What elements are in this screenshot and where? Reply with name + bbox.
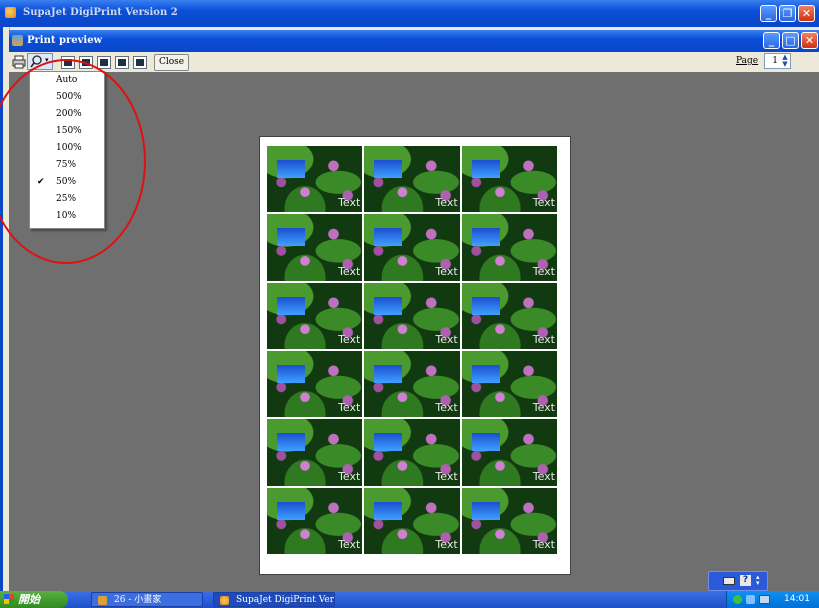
options-chevron-icon[interactable]: ▴ ▾: [756, 574, 760, 587]
tray-network-icon[interactable]: [733, 595, 742, 604]
label-text: Text: [532, 333, 555, 346]
label-cell: Text: [267, 214, 363, 281]
label-text: Text: [532, 469, 555, 483]
label-text: Text: [338, 264, 361, 278]
taskbar-item-paint[interactable]: 26 - 小畫家: [91, 592, 203, 607]
label-text: Text: [435, 333, 458, 346]
minimize-button[interactable]: _: [760, 5, 777, 22]
label-photo-water: [471, 433, 500, 452]
paint-icon: [98, 596, 107, 605]
label-text: Text: [435, 264, 458, 278]
help-icon[interactable]: ?: [740, 575, 751, 586]
label-cell: Text: [364, 146, 460, 213]
label-photo-water: [277, 228, 305, 247]
label-text: Text: [338, 469, 361, 483]
label-text: Text: [435, 469, 458, 483]
label-sheet: Text Text Text Text Text Text Text Text Text Text…: [267, 146, 557, 554]
preview-toolbar: ▾ Close Page 1 ▲ ▼: [9, 52, 819, 73]
windows-logo-icon: [4, 594, 14, 604]
label-cell: Text: [461, 146, 557, 213]
page-label: Page: [736, 56, 759, 66]
label-photo-water: [471, 160, 500, 178]
label-cell: Text: [364, 214, 460, 281]
inner-minimize-button[interactable]: _: [763, 32, 780, 49]
label-text: Text: [338, 196, 361, 210]
label-photo-water: [374, 160, 403, 178]
page-spinner[interactable]: ▲ ▼: [780, 54, 790, 68]
label-photo-water: [277, 365, 305, 383]
inner-close-button[interactable]: ✕: [801, 32, 818, 49]
label-cell: Text: [461, 419, 557, 486]
label-cell: Text: [267, 146, 363, 213]
label-photo-water: [277, 160, 305, 178]
taskbar-item-label: 26 - 小畫家: [114, 595, 162, 605]
label-text: Text: [435, 196, 458, 210]
taskbar: 開始 26 - 小畫家 SupaJet DigiPrint Versi... 1…: [0, 591, 819, 608]
supajet-icon: [220, 596, 229, 605]
four-pages-icon[interactable]: [115, 56, 129, 69]
inner-window-title: Print preview: [27, 35, 103, 46]
start-label: 開始: [18, 593, 40, 606]
label-cell: Text: [364, 419, 460, 486]
inner-title-bar: Print preview _ □ ✕: [9, 30, 819, 52]
label-text: Text: [532, 538, 555, 551]
tray-shield-icon[interactable]: [746, 595, 755, 604]
keyboard-icon[interactable]: [723, 577, 735, 585]
label-photo-water: [471, 228, 500, 247]
language-bar[interactable]: ? ▴ ▾: [708, 571, 768, 591]
start-button[interactable]: 開始: [0, 591, 68, 608]
system-tray: 14:01: [726, 591, 819, 608]
label-photo-water: [471, 296, 500, 315]
label-text: Text: [338, 333, 361, 346]
label-cell: Text: [461, 487, 557, 554]
label-photo-water: [374, 296, 403, 315]
label-text: Text: [338, 538, 361, 551]
label-text: Text: [532, 401, 555, 415]
label-text: Text: [338, 401, 361, 415]
print-icon[interactable]: [12, 55, 26, 69]
label-photo-water: [277, 501, 305, 520]
taskbar-item-supajet[interactable]: SupaJet DigiPrint Versi...: [213, 592, 335, 607]
label-cell: Text: [267, 351, 363, 418]
label-photo-water: [471, 501, 500, 520]
label-cell: Text: [364, 282, 460, 349]
label-text: Text: [435, 401, 458, 415]
label-photo-water: [374, 501, 403, 520]
label-photo-water: [374, 228, 403, 247]
label-cell: Text: [267, 487, 363, 554]
label-photo-water: [471, 365, 500, 383]
label-cell: Text: [364, 487, 460, 554]
label-photo-water: [374, 365, 403, 383]
tray-monitor-icon[interactable]: [759, 595, 770, 604]
label-cell: Text: [364, 351, 460, 418]
label-text: Text: [435, 538, 458, 551]
inner-maximize-button[interactable]: □: [782, 32, 799, 49]
clock: 14:01: [784, 594, 810, 604]
label-cell: Text: [267, 282, 363, 349]
label-photo-water: [277, 296, 305, 315]
outer-window-title: SupaJet DigiPrint Version 2: [23, 7, 178, 18]
label-cell: Text: [461, 282, 557, 349]
app-icon: [5, 7, 16, 18]
close-preview-button[interactable]: Close: [154, 54, 190, 71]
label-text: Text: [532, 196, 555, 210]
label-cell: Text: [461, 351, 557, 418]
label-cell: Text: [267, 419, 363, 486]
outer-title-bar: SupaJet DigiPrint Version 2 _ ❐ ✕: [0, 0, 819, 27]
label-cell: Text: [461, 214, 557, 281]
close-window-button[interactable]: ✕: [798, 5, 815, 22]
label-photo-water: [277, 433, 305, 452]
label-text: Text: [532, 264, 555, 278]
paper-page: Text Text Text Text Text Text Text Text Text Text…: [259, 136, 571, 575]
three-pages-icon[interactable]: [97, 56, 111, 69]
preview-window-icon: [12, 35, 23, 46]
restore-button[interactable]: ❐: [779, 5, 796, 22]
six-pages-icon[interactable]: [133, 56, 147, 69]
label-photo-water: [374, 433, 403, 452]
taskbar-item-label: SupaJet DigiPrint Versi...: [236, 595, 335, 605]
